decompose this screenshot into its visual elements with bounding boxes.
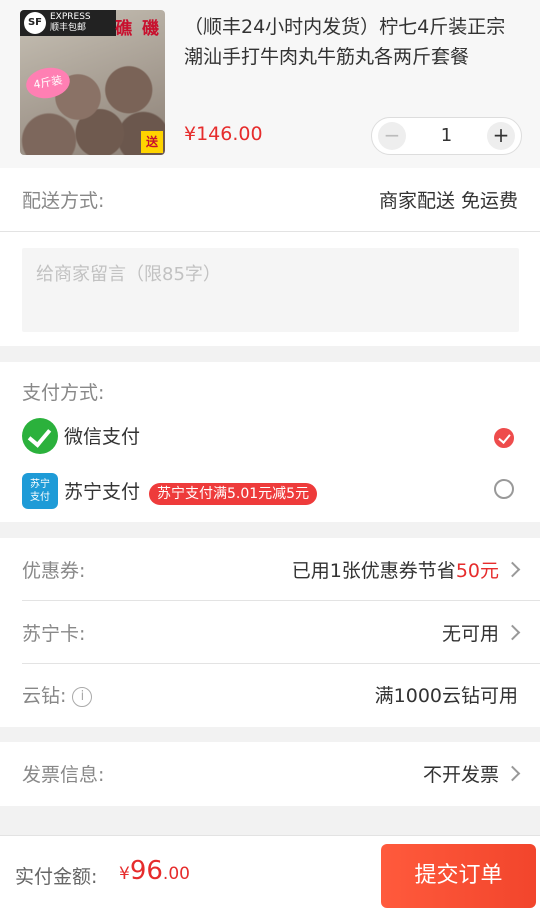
payment-label: 支付方式: xyxy=(22,382,105,404)
coupon-saved-amount: 50元 xyxy=(455,560,499,582)
total-label: 实付金额: xyxy=(15,866,98,888)
cloud-diamond-label-text: 云钻: xyxy=(22,685,67,707)
increase-quantity-button[interactable]: + xyxy=(487,122,515,150)
invoice-section[interactable]: 发票信息: 不开发票 xyxy=(0,742,540,806)
chevron-right-icon xyxy=(504,765,521,782)
product-price: ¥146.00 xyxy=(184,123,263,145)
delivery-label: 配送方式: xyxy=(22,190,105,212)
discount-section: 优惠券: 已用1张优惠券节省50元 苏宁卡: 无可用 云钻: i 满1000云钻可… xyxy=(0,538,540,727)
sf-logo-icon: SF xyxy=(24,12,46,34)
suning-promo-badge: 苏宁支付满5.01元减5元 xyxy=(149,483,318,505)
chevron-right-icon xyxy=(504,624,521,641)
coupon-value-prefix: 已用1张优惠券节省 xyxy=(291,560,456,582)
sf-banner-cn: 顺丰包邮 xyxy=(50,23,87,33)
suning-pay-icon: 苏宁 支付 xyxy=(22,473,58,509)
info-icon[interactable]: i xyxy=(72,686,93,707)
delivery-value: 商家配送 免运费 xyxy=(378,190,518,212)
product-title[interactable]: （顺丰24小时内发货）柠七4斤装正宗潮汕手打牛肉丸牛筋丸各两斤套餐 xyxy=(184,12,524,72)
payment-section: 支付方式: 微信支付 苏宁 支付 苏宁支付 苏宁支付满5.01元减5元 xyxy=(0,362,540,522)
submit-order-button[interactable]: 提交订单 xyxy=(381,844,536,908)
decrease-quantity-button[interactable]: − xyxy=(378,122,406,150)
total-amount: ¥96.00 xyxy=(119,856,190,886)
cloud-diamond-label: 云钻: i xyxy=(22,681,93,708)
suning-card-value-text: 无可用 xyxy=(441,623,499,645)
radio-checked-icon[interactable] xyxy=(494,428,514,448)
checkout-footer: 实付金额: ¥96.00 提交订单 xyxy=(0,835,540,914)
divider xyxy=(22,663,540,664)
gift-badge: 送 xyxy=(141,131,163,153)
invoice-value-text: 不开发票 xyxy=(422,764,499,786)
amount-integer: 96 xyxy=(129,856,163,886)
payment-option-wechat[interactable]: 微信支付 xyxy=(22,418,518,458)
invoice-value: 不开发票 xyxy=(422,760,521,787)
brand-text: 礁 磯 xyxy=(115,19,161,39)
cloud-diamond-value: 满1000云钻可用 xyxy=(374,685,518,707)
sf-banner-en: EXPRESS xyxy=(50,12,91,22)
quantity-stepper: − 1 + xyxy=(371,117,522,155)
coupon-label: 优惠券: xyxy=(22,560,86,582)
divider xyxy=(0,231,540,232)
product-thumbnail[interactable]: EXPRESS 顺丰包邮 SF 礁 磯 4斤装 送 xyxy=(20,10,165,155)
message-placeholder: 给商家留言（限85字） xyxy=(36,264,221,285)
coupon-value: 已用1张优惠券节省50元 xyxy=(291,556,521,583)
divider xyxy=(22,600,540,601)
delivery-section: 配送方式: 商家配送 免运费 给商家留言（限85字） xyxy=(0,168,540,346)
invoice-label: 发票信息: xyxy=(22,764,105,786)
suning-card-value: 无可用 xyxy=(441,619,521,646)
chevron-right-icon xyxy=(504,561,521,578)
product-card[interactable]: EXPRESS 顺丰包邮 SF 礁 磯 4斤装 送 （顺丰24小时内发货）柠七4… xyxy=(0,0,540,168)
suning-card-label: 苏宁卡: xyxy=(22,623,86,645)
radio-unchecked-icon[interactable] xyxy=(494,479,514,499)
weight-badge: 4斤装 xyxy=(23,64,73,102)
payment-option-name: 微信支付 xyxy=(64,426,141,448)
merchant-message-input[interactable]: 给商家留言（限85字） xyxy=(22,248,519,332)
quantity-value[interactable]: 1 xyxy=(412,118,481,154)
payment-option-name: 苏宁支付 xyxy=(64,481,141,503)
currency-symbol: ¥ xyxy=(119,864,130,884)
amount-decimal: .00 xyxy=(162,864,190,884)
wechat-icon xyxy=(22,418,58,454)
payment-option-suning[interactable]: 苏宁 支付 苏宁支付 苏宁支付满5.01元减5元 xyxy=(22,473,518,513)
